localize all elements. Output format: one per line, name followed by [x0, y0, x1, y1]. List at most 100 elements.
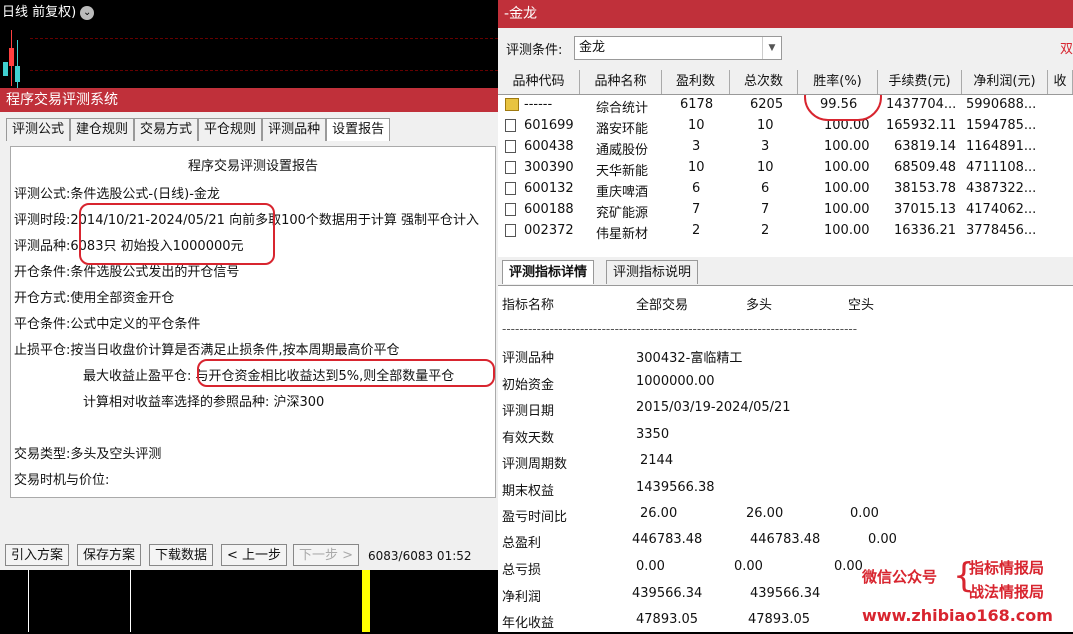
candle-down — [3, 62, 8, 76]
col-fee[interactable]: 手续费(元) — [878, 70, 962, 94]
condition-row: 评测条件: 金龙 ▼ 双 — [498, 28, 1073, 70]
detail-row: 评测周期数 2144 — [498, 449, 1073, 475]
cell-net: 4387322... — [966, 181, 1037, 196]
col-return[interactable]: 收 — [1048, 70, 1073, 94]
cell-total: 6205 — [750, 97, 784, 112]
col-code[interactable]: 品种代码 — [498, 70, 580, 94]
tab-open-rules[interactable]: 建仓规则 — [70, 118, 135, 141]
detail-row: 总盈利 446783.48 446783.48 0.00 — [498, 528, 1073, 554]
axis-line — [130, 570, 131, 632]
table-row[interactable]: ------ 综合统计 6178 6205 99.56 1437704... 5… — [498, 95, 1073, 116]
cell-name: 潞安环能 — [596, 122, 649, 137]
metric-name: 初始资金 — [502, 378, 555, 393]
tab-settings-report[interactable]: 设置报告 — [326, 118, 391, 141]
metric-long: 47893.05 — [748, 612, 811, 627]
chart-period-label[interactable]: 日线 前复权) ⌄ — [0, 0, 96, 21]
tab-metric-details[interactable]: 评测指标详情 — [502, 260, 595, 284]
col-wins[interactable]: 盈利数 — [662, 70, 730, 94]
tab-formula[interactable]: 评测公式 — [6, 118, 71, 141]
metric-name: 评测品种 — [502, 351, 555, 366]
table-row[interactable]: 601699 潞安环能 10 10 100.00 165932.11 15947… — [498, 116, 1073, 137]
row-value: 多头及空头评测 — [70, 447, 162, 462]
header-metric-name: 指标名称 — [502, 298, 555, 313]
dialog-titlebar[interactable]: 程序交易评测系统 — [0, 88, 498, 112]
report-heading: 程序交易评测设置报告 — [187, 159, 318, 174]
cell-name: 伟星新材 — [596, 227, 649, 242]
cell-code: ------ — [524, 97, 553, 112]
col-win-rate[interactable]: 胜率(%) — [798, 70, 878, 94]
cell-fee: 16336.21 — [894, 223, 957, 238]
axis-line — [28, 570, 29, 632]
row-label: 开仓条件: — [14, 265, 71, 280]
cell-fee: 63819.14 — [894, 139, 957, 154]
cell-rate: 100.00 — [824, 160, 870, 175]
report-row-open-mode: 开仓方式:使用全部资金开仓 — [14, 287, 174, 306]
cell-code: 300390 — [524, 160, 574, 175]
results-titlebar[interactable]: -金龙 — [498, 0, 1073, 28]
cell-net: 3778456... — [966, 223, 1037, 238]
chevron-down-icon[interactable]: ▼ — [762, 37, 781, 59]
metric-all: 439566.34 — [632, 586, 703, 601]
tab-metric-help[interactable]: 评测指标说明 — [606, 260, 699, 284]
condition-select[interactable]: 金龙 ▼ — [574, 36, 782, 60]
detail-row: 评测日期 2015/03/19-2024/05/21 — [498, 396, 1073, 422]
metric-all: 47893.05 — [636, 612, 699, 627]
metric-long: 439566.34 — [750, 586, 821, 601]
cell-wins: 3 — [692, 139, 701, 154]
metric-short: 0.00 — [868, 532, 897, 547]
metric-all: 1000000.00 — [636, 374, 715, 389]
detail-tabs: 评测指标详情 评测指标说明 — [498, 257, 1073, 286]
table-row[interactable]: 600132 重庆啤酒 6 6 100.00 38153.78 4387322.… — [498, 179, 1073, 200]
import-plan-button[interactable]: 引入方案 — [5, 544, 69, 566]
tab-close-rules[interactable]: 平仓规则 — [198, 118, 263, 141]
report-row-trade-type: 交易类型:多头及空头评测 — [14, 443, 161, 462]
results-table-body: ------ 综合统计 6178 6205 99.56 1437704... 5… — [498, 95, 1073, 247]
cell-code: 600438 — [524, 139, 574, 154]
tab-trade-mode[interactable]: 交易方式 — [134, 118, 199, 141]
metric-name: 有效天数 — [502, 431, 555, 446]
condition-value: 金龙 — [579, 40, 606, 55]
row-label: 止损平仓: — [14, 343, 71, 358]
table-row[interactable]: 002372 伟星新材 2 2 100.00 16336.21 3778456.… — [498, 221, 1073, 242]
cell-rate: 100.00 — [824, 139, 870, 154]
cell-total: 2 — [761, 223, 770, 238]
dialog-tabs: 评测公式 建仓规则 交易方式 平仓规则 评测品种 设置报告 — [6, 118, 391, 141]
metric-all: 300432-富临精工 — [636, 351, 743, 366]
cell-fee: 68509.48 — [894, 160, 957, 175]
cell-fee: 38153.78 — [894, 181, 957, 196]
cell-wins: 7 — [692, 202, 701, 217]
cell-net: 1594785... — [966, 118, 1037, 133]
metric-long: 0.00 — [734, 559, 763, 574]
row-value: 条件选股公式-(日线)-金龙 — [70, 187, 220, 202]
row-value: 公式中定义的平仓条件 — [70, 317, 201, 332]
tab-symbols[interactable]: 评测品种 — [262, 118, 327, 141]
cell-wins: 10 — [688, 118, 705, 133]
save-plan-button[interactable]: 保存方案 — [77, 544, 141, 566]
col-total[interactable]: 总次数 — [730, 70, 798, 94]
metric-long: 26.00 — [746, 506, 784, 521]
cell-name: 兖矿能源 — [596, 206, 649, 221]
next-step-button[interactable]: 下一步 > — [293, 544, 359, 566]
chart-lower — [0, 570, 498, 632]
candle-up — [9, 48, 14, 66]
row-label: 评测公式: — [14, 187, 71, 202]
report-row-benchmark: 计算相对收益率选择的参照品种: 沪深300 — [83, 395, 325, 410]
cell-rate: 100.00 — [824, 223, 870, 238]
metric-all: 26.00 — [640, 506, 678, 521]
header-all-trades: 全部交易 — [636, 298, 689, 313]
results-table-header: 品种代码 品种名称 盈利数 总次数 胜率(%) 手续费(元) 净利润(元) 收 — [498, 70, 1073, 95]
col-name[interactable]: 品种名称 — [580, 70, 662, 94]
metric-name: 年化收益 — [502, 616, 555, 631]
table-row[interactable]: 600438 通威股份 3 3 100.00 63819.14 1164891.… — [498, 137, 1073, 158]
col-net-profit[interactable]: 净利润(元) — [962, 70, 1048, 94]
kline-chart[interactable]: 日线 前复权) ⌄ — [0, 0, 498, 88]
download-data-button[interactable]: 下载数据 — [149, 544, 213, 566]
chevron-down-icon[interactable]: ⌄ — [80, 5, 95, 20]
table-row[interactable]: 600188 兖矿能源 7 7 100.00 37015.13 4174062.… — [498, 200, 1073, 221]
prev-step-button[interactable]: < 上一步 — [221, 544, 287, 566]
condition-label: 评测条件: — [506, 43, 563, 58]
row-label: 平仓条件: — [14, 317, 71, 332]
volume-bar — [362, 570, 370, 632]
metric-all: 2015/03/19-2024/05/21 — [636, 400, 791, 415]
table-row[interactable]: 300390 天华新能 10 10 100.00 68509.48 471110… — [498, 158, 1073, 179]
